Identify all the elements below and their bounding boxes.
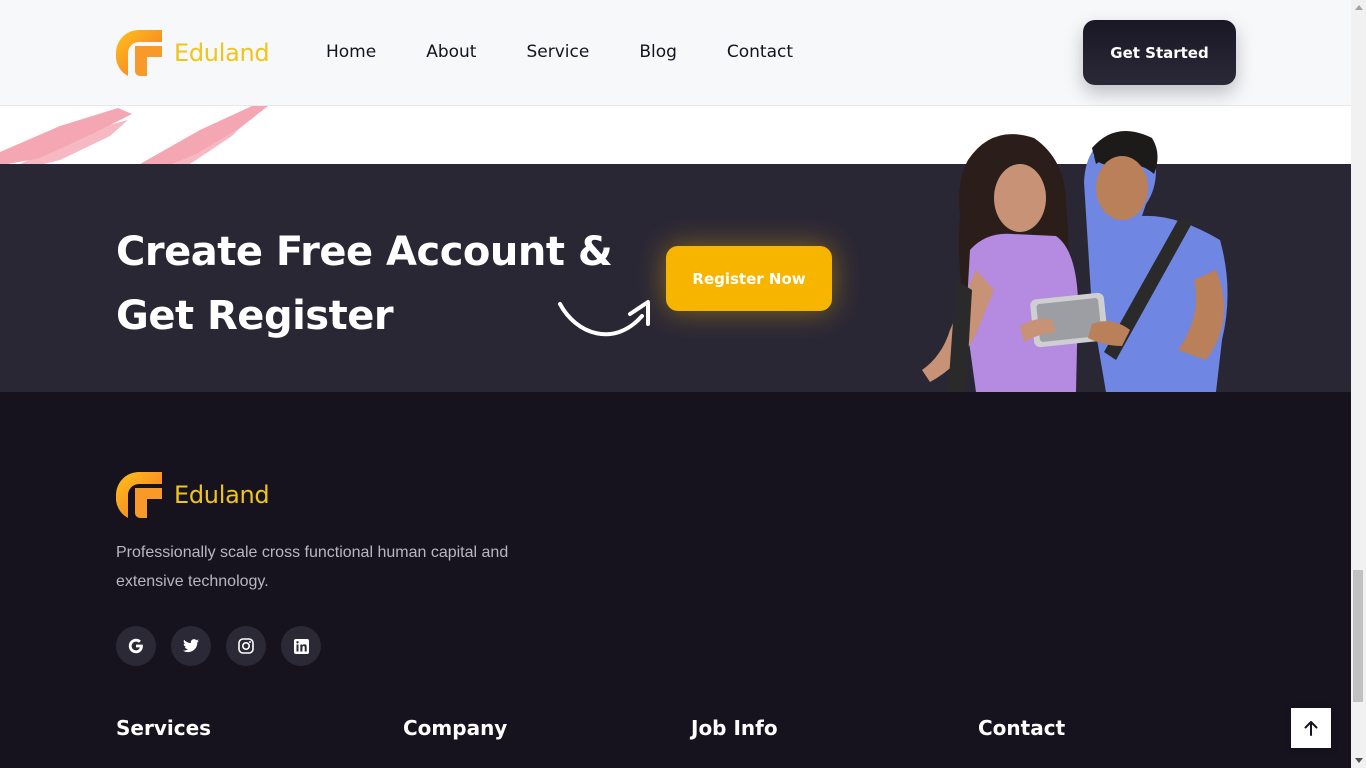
site-footer: Eduland Professionally scale cross funct… [0,392,1351,768]
instagram-icon [238,638,254,654]
nav-service[interactable]: Service [526,42,589,62]
footer-logo[interactable]: Eduland [116,472,270,518]
header-logo[interactable]: Eduland [116,30,270,76]
footer-heading-contact: Contact [978,716,1066,740]
scrollbar-down-arrow-icon[interactable] [1351,753,1366,768]
footer-brand-name: Eduland [174,481,270,509]
brand-name: Eduland [174,39,270,67]
register-now-button[interactable]: Register Now [666,246,832,311]
nav-blog[interactable]: Blog [639,42,677,62]
cta-heading: Create Free Account & Get Register [116,220,616,348]
google-icon [128,638,143,654]
footer-heading-job-info: Job Info [691,716,778,740]
footer-heading-services: Services [116,716,212,740]
footer-description: Professionally scale cross functional hu… [116,544,509,590]
cta-heading-line2: Get Register [116,293,394,339]
google-link[interactable] [116,626,156,666]
linkedin-icon [293,638,309,654]
cta-heading-line1: Create Free Account & [116,229,613,275]
pink-brush-decoration [0,106,268,164]
linkedin-link[interactable] [281,626,321,666]
social-links [116,626,336,666]
students-with-tablet-image [922,130,1228,392]
twitter-link[interactable] [171,626,211,666]
main-nav: Home About Service Blog Contact [326,42,843,62]
curved-arrow-icon [558,300,650,337]
nav-contact[interactable]: Contact [727,42,793,62]
scrollbar-thumb[interactable] [1353,570,1363,702]
twitter-icon [183,639,199,653]
register-cta-section: Create Free Account & Get Register Regis… [0,130,1351,392]
eduland-logo-icon [116,30,162,76]
nav-home[interactable]: Home [326,42,376,62]
nav-about[interactable]: About [426,42,476,62]
eduland-logo-icon [116,472,162,518]
arrow-up-icon [1304,721,1318,736]
instagram-link[interactable] [226,626,266,666]
site-header: Eduland Home About Service Blog Contact … [0,0,1351,106]
footer-heading-company: Company [403,716,508,740]
scroll-to-top-button[interactable] [1291,708,1331,748]
scrollbar-up-arrow-icon[interactable] [1351,0,1366,15]
get-started-button[interactable]: Get Started [1083,20,1236,85]
